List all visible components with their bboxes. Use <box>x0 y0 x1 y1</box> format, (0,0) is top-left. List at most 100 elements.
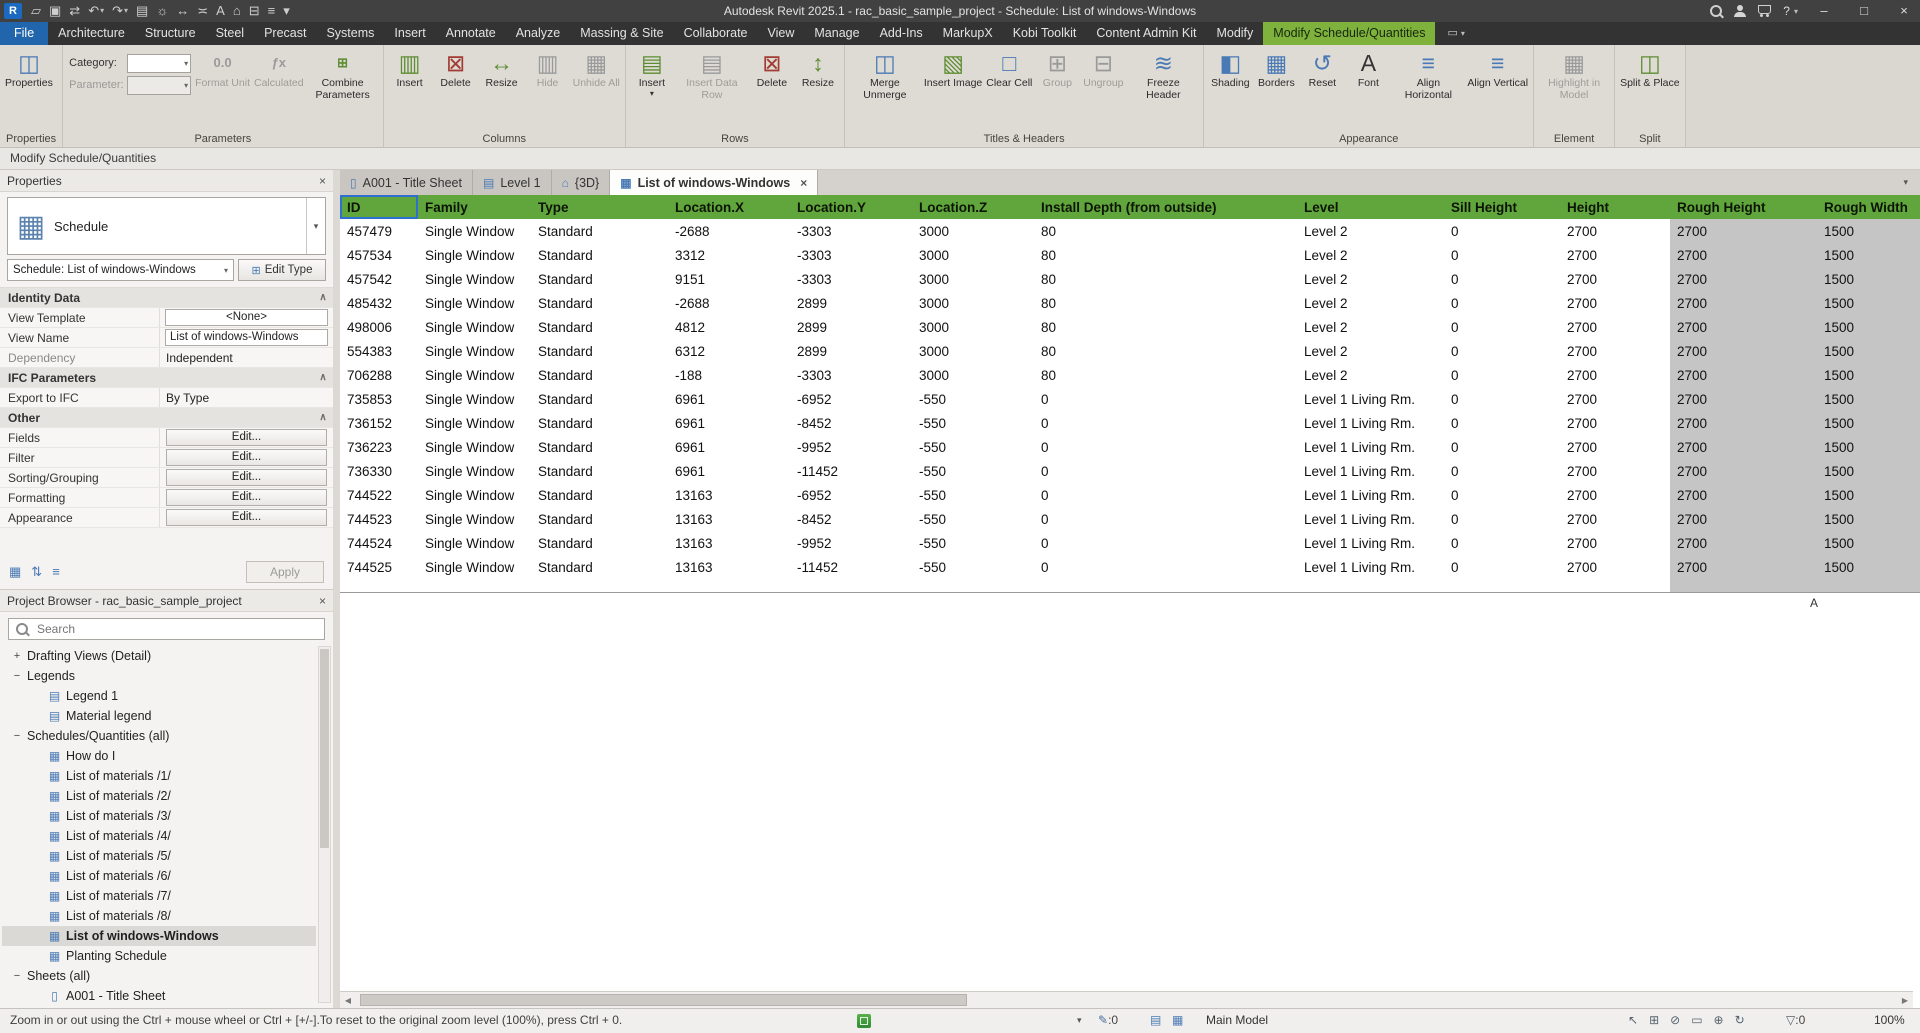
schedule-cell[interactable]: -11452 <box>790 555 912 579</box>
schedule-cell[interactable]: Standard <box>531 363 668 387</box>
schedule-cell[interactable]: 0 <box>1034 507 1297 531</box>
schedule-cell[interactable]: 2700 <box>1670 243 1817 267</box>
schedule-cell[interactable]: 1500 <box>1817 483 1920 507</box>
schedule-cell[interactable]: Level 2 <box>1297 363 1444 387</box>
schedule-cell[interactable]: 6312 <box>668 339 790 363</box>
schedule-cell[interactable]: 2700 <box>1560 435 1670 459</box>
property-row[interactable]: Other ∧ <box>0 408 333 428</box>
document-tab[interactable]: ▦ List of windows-Windows × <box>610 170 818 195</box>
schedule-cell[interactable]: Level 2 <box>1297 219 1444 243</box>
schedule-cell[interactable]: 744524 <box>340 531 418 555</box>
schedule-cell[interactable]: 6961 <box>668 435 790 459</box>
schedule-cell[interactable]: Level 1 Living Rm. <box>1297 387 1444 411</box>
tree-item[interactable]: ▦ List of materials /1/ <box>2 766 316 786</box>
property-row[interactable]: Export to IFC By Type <box>0 388 333 408</box>
calculated-button[interactable]: ƒx Calculated <box>252 48 306 91</box>
schedule-cell[interactable]: 2899 <box>790 315 912 339</box>
schedule-cell[interactable]: Single Window <box>418 315 531 339</box>
schedule-cell[interactable]: 1500 <box>1817 339 1920 363</box>
store-cart-icon[interactable] <box>1758 5 1771 17</box>
aligned-dimension-icon[interactable]: ≍ <box>194 1 211 21</box>
tab-close-icon[interactable]: × <box>796 176 807 190</box>
schedule-cell[interactable]: Standard <box>531 531 668 555</box>
select-links-icon[interactable]: ↖ <box>1628 1009 1638 1032</box>
apply-button[interactable]: Apply <box>246 561 324 583</box>
browser-scrollbar[interactable] <box>318 646 331 1003</box>
group-button[interactable]: ⊞ Group <box>1034 48 1080 91</box>
schedule-cell[interactable]: Single Window <box>418 363 531 387</box>
select-by-face-icon[interactable]: ▭ <box>1691 1009 1702 1032</box>
tree-item[interactable]: ▦ List of materials /7/ <box>2 886 316 906</box>
section-collapse-icon[interactable]: ∧ <box>313 292 333 303</box>
schedule-cell[interactable]: 736223 <box>340 435 418 459</box>
property-row[interactable]: Filter Edit... <box>0 448 333 468</box>
property-value[interactable]: Edit... <box>160 488 333 507</box>
tree-item[interactable]: ▯ A001 - Title Sheet <box>2 986 316 1004</box>
borders-button[interactable]: ▦ Borders <box>1253 48 1299 91</box>
schedule-cell[interactable]: 554383 <box>340 339 418 363</box>
schedule-cell[interactable]: -550 <box>912 435 1034 459</box>
combine-parameters-button[interactable]: ⊞ Combine Parameters <box>306 48 380 103</box>
design-option-value[interactable]: Main Model <box>1206 1009 1268 1032</box>
sync-icon[interactable]: ⇄ <box>66 1 83 21</box>
schedule-cell[interactable]: 2700 <box>1560 555 1670 579</box>
schedule-column-header[interactable]: Location.X <box>668 195 790 219</box>
schedule-cell[interactable]: Single Window <box>418 435 531 459</box>
ribbon-tab[interactable]: Kobi Toolkit <box>1003 22 1087 45</box>
schedule-cell[interactable]: 0 <box>1444 531 1560 555</box>
schedule-cell[interactable]: 736330 <box>340 459 418 483</box>
schedule-cell[interactable]: 3312 <box>668 243 790 267</box>
close-icon[interactable]: × <box>319 594 326 608</box>
ribbon-tab[interactable]: Analyze <box>506 22 570 45</box>
schedule-cell[interactable]: -3303 <box>790 243 912 267</box>
schedule-cell[interactable]: Single Window <box>418 531 531 555</box>
align-horizontal-button[interactable]: ≡ Align Horizontal <box>1391 48 1465 103</box>
resize-column-button[interactable]: ↔ Resize <box>479 48 525 91</box>
schedule-column-header[interactable]: Family <box>418 195 531 219</box>
highlight-in-model-button[interactable]: ▦ Highlight in Model <box>1537 48 1611 103</box>
schedule-cell[interactable]: Level 1 Living Rm. <box>1297 483 1444 507</box>
property-row[interactable]: View Name List of windows-Windows <box>0 328 333 348</box>
schedule-cell[interactable]: Single Window <box>418 219 531 243</box>
ribbon-tab[interactable]: Manage <box>804 22 869 45</box>
background-processes-icon[interactable]: ↻ <box>1735 1009 1745 1032</box>
schedule-cell[interactable]: 0 <box>1034 411 1297 435</box>
group-sort-icon[interactable]: ≡ <box>52 564 60 580</box>
properties-button[interactable]: ◫ Properties <box>3 48 55 91</box>
search-icon[interactable] <box>1710 5 1722 17</box>
schedule-cell[interactable]: -550 <box>912 531 1034 555</box>
schedule-column-header[interactable]: ID <box>340 195 418 219</box>
search-box[interactable] <box>8 618 325 640</box>
search-input[interactable] <box>35 621 317 637</box>
schedule-cell[interactable]: -2688 <box>668 291 790 315</box>
save-icon[interactable]: ▣ <box>46 1 64 21</box>
schedule-cell[interactable]: 2700 <box>1670 507 1817 531</box>
document-tab[interactable]: ▯ A001 - Title Sheet <box>340 170 473 195</box>
schedule-cell[interactable]: Level 1 Living Rm. <box>1297 507 1444 531</box>
schedule-cell[interactable]: 2700 <box>1670 291 1817 315</box>
revit-logo-icon[interactable]: R <box>4 3 22 19</box>
schedule-cell[interactable]: -8452 <box>790 411 912 435</box>
schedule-cell[interactable]: -9952 <box>790 531 912 555</box>
tree-expand-icon[interactable]: − <box>10 730 24 742</box>
schedule-cell[interactable]: 6961 <box>668 387 790 411</box>
schedule-cell[interactable]: Level 1 Living Rm. <box>1297 459 1444 483</box>
schedule-cell[interactable]: 485432 <box>340 291 418 315</box>
schedule-cell[interactable]: 13163 <box>668 531 790 555</box>
schedule-column-header[interactable]: Type <box>531 195 668 219</box>
worksharing-icon[interactable] <box>857 1014 871 1028</box>
schedule-cell[interactable]: Standard <box>531 459 668 483</box>
property-row[interactable]: Sorting/Grouping Edit... <box>0 468 333 488</box>
schedule-cell[interactable]: Single Window <box>418 483 531 507</box>
schedule-cell[interactable]: 0 <box>1444 387 1560 411</box>
schedule-column-header[interactable]: Height <box>1560 195 1670 219</box>
insert-column-button[interactable]: ▥ Insert <box>387 48 433 91</box>
schedule-cell[interactable]: 80 <box>1034 315 1297 339</box>
schedule-cell[interactable]: -2688 <box>668 219 790 243</box>
tree-item[interactable]: ▦ List of windows-Windows <box>2 926 316 946</box>
schedule-cell[interactable]: 0 <box>1444 291 1560 315</box>
redo-icon[interactable]: ↷▾ <box>109 1 131 21</box>
schedule-cell[interactable]: 2700 <box>1670 363 1817 387</box>
schedule-cell[interactable]: 0 <box>1034 435 1297 459</box>
schedule-cell[interactable]: 2700 <box>1560 315 1670 339</box>
